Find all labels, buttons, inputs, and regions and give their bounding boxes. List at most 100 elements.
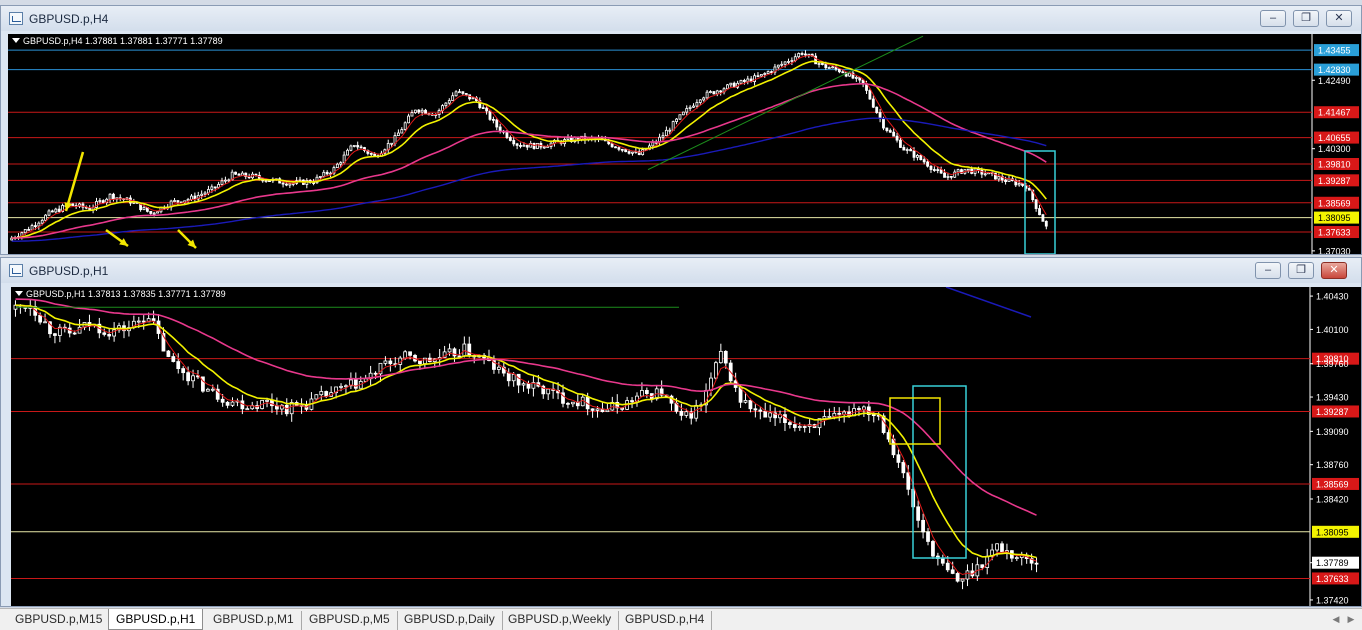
- level-label: 1.38095: [1316, 527, 1349, 537]
- candle-body: [738, 387, 743, 403]
- close-button[interactable]: ✕: [1321, 262, 1347, 279]
- dropdown-triangle-icon[interactable]: [15, 291, 23, 296]
- candle-body: [763, 73, 767, 75]
- candle-body: [758, 409, 763, 412]
- window-titlebar[interactable]: GBPUSD.p,H1 – ❐ ✕: [1, 258, 1361, 283]
- candle-body: [491, 118, 495, 121]
- chart-info-line: GBPUSD.p,H4 1.37881 1.37881 1.37771 1.37…: [12, 36, 223, 46]
- highlight-box-yellow: [889, 397, 941, 445]
- tab-m5[interactable]: GBPUSD.p,M5: [302, 611, 398, 630]
- candle-body: [739, 79, 743, 84]
- candle-body: [422, 357, 427, 364]
- candle-body: [905, 149, 909, 151]
- candle-body: [151, 318, 156, 322]
- candle-body: [892, 131, 896, 137]
- minimize-button[interactable]: –: [1255, 262, 1281, 279]
- candle-body: [424, 109, 427, 115]
- minimize-button[interactable]: –: [1260, 10, 1286, 27]
- candle-body: [373, 372, 378, 375]
- candle-body: [265, 399, 269, 402]
- price-chart-h1[interactable]: 1.39810 1.39287 1.38569 1.38095 1.37633 1.404…: [11, 287, 1361, 606]
- candle-body: [926, 531, 930, 542]
- candle-body: [983, 173, 987, 176]
- candle-body: [141, 320, 146, 323]
- tab-m15[interactable]: GBPUSD.p,M15: [8, 611, 111, 630]
- candle-body: [831, 66, 835, 69]
- candle-body: [695, 102, 699, 107]
- tab-h1[interactable]: GBPUSD.p,H1: [108, 609, 204, 630]
- dropdown-triangle-icon[interactable]: [12, 38, 20, 43]
- restore-button[interactable]: ❐: [1293, 10, 1319, 27]
- candle-body: [152, 212, 156, 215]
- tab-daily[interactable]: GBPUSD.p,Daily: [397, 611, 503, 630]
- chart-info-line: GBPUSD.p,H1 1.37813 1.37835 1.37771 1.37…: [15, 289, 226, 299]
- level-label: 1.38569: [1318, 198, 1351, 208]
- candle-body: [171, 356, 176, 362]
- price-tick-label: 1.39430: [1316, 393, 1349, 403]
- candle-body: [678, 114, 682, 120]
- candle-body: [27, 229, 31, 231]
- candle-body: [566, 402, 570, 405]
- candle-body: [956, 169, 960, 173]
- price-tick-label: 1.37420: [1316, 595, 1349, 605]
- candle-body: [715, 90, 719, 95]
- candle-body: [444, 102, 448, 107]
- candle-body: [512, 140, 516, 145]
- candle-body: [1044, 220, 1048, 227]
- candle-body: [753, 408, 758, 411]
- restore-button[interactable]: ❐: [1288, 262, 1314, 279]
- candle-body: [882, 118, 885, 129]
- candle-body: [176, 200, 180, 203]
- candle-body: [868, 89, 872, 100]
- window-titlebar[interactable]: GBPUSD.p,H4 – ❐ ✕: [1, 6, 1361, 31]
- tab-weekly[interactable]: GBPUSD.p,Weekly: [501, 611, 620, 630]
- candle-body: [940, 558, 945, 564]
- candle-body: [234, 171, 237, 175]
- candle-body: [726, 84, 729, 90]
- candle-body: [960, 578, 965, 582]
- candle-body: [953, 171, 957, 178]
- tab-m1[interactable]: GBPUSD.p,M1: [206, 611, 302, 630]
- candle-body: [511, 373, 516, 382]
- candle-body: [98, 200, 102, 202]
- candle-body: [383, 360, 388, 364]
- candle-body: [965, 570, 970, 580]
- candle-body: [359, 146, 363, 149]
- current-price-label: 1.37789: [1316, 558, 1349, 568]
- candle-body: [566, 137, 570, 140]
- chart-window-h1[interactable]: GBPUSD.p,H1 – ❐ ✕ 1.39810 1.39287 1.38569 1…: [0, 257, 1362, 607]
- candle-body: [997, 176, 1001, 180]
- candle-body: [827, 67, 831, 69]
- candle-body: [44, 214, 48, 221]
- candle-body: [624, 149, 628, 153]
- candle-body: [1027, 187, 1031, 191]
- candle-body: [668, 129, 672, 132]
- candle-body: [314, 394, 319, 400]
- candle-body: [723, 350, 728, 364]
- candle-body: [30, 225, 34, 231]
- candle-body: [780, 63, 784, 66]
- candle-body: [495, 119, 499, 128]
- annotation-arrow: [64, 151, 85, 212]
- chart-window-h4[interactable]: GBPUSD.p,H4 – ❐ ✕ 1.43455 1.42830 1.41467 1…: [0, 5, 1362, 255]
- price-chart-h4[interactable]: 1.43455 1.42830 1.41467 1.40655 1.39810 1.392…: [8, 34, 1361, 254]
- candle-body: [522, 144, 526, 147]
- candle-body: [408, 351, 412, 356]
- close-button[interactable]: ✕: [1326, 10, 1352, 27]
- candle-body: [54, 208, 58, 213]
- level-label: 1.38095: [1318, 213, 1351, 223]
- tab-scroll-right-icon[interactable]: ▶: [1345, 612, 1357, 627]
- candle-body: [403, 351, 408, 359]
- candle-body: [661, 135, 665, 138]
- candle-body: [417, 109, 421, 113]
- candle-body: [946, 175, 950, 178]
- tab-scroll-left-icon[interactable]: ◀: [1330, 612, 1342, 627]
- candle-body: [454, 91, 458, 97]
- candle-body: [72, 332, 77, 335]
- candle-body: [344, 385, 348, 388]
- candle-body: [50, 210, 54, 213]
- candle-body: [471, 97, 475, 100]
- candle-body: [590, 408, 595, 411]
- candle-body: [1034, 199, 1038, 209]
- tab-h4[interactable]: GBPUSD.p,H4: [618, 611, 713, 630]
